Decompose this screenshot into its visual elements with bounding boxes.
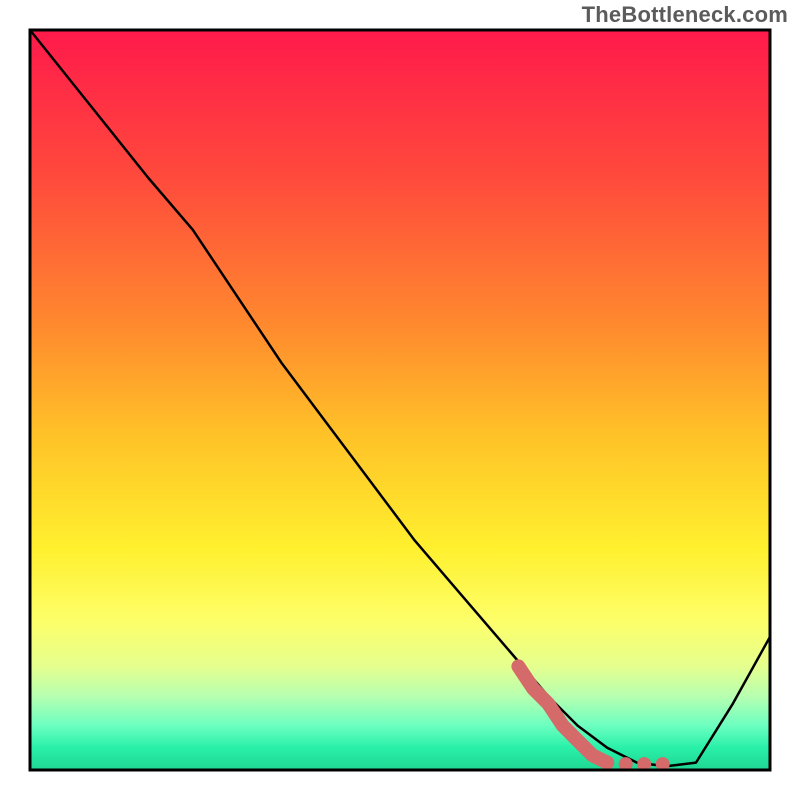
chart-svg bbox=[0, 0, 800, 800]
watermark-text: TheBottleneck.com bbox=[582, 2, 788, 28]
chart-background bbox=[30, 30, 770, 770]
chart-container: TheBottleneck.com bbox=[0, 0, 800, 800]
series-highlight-dots-dot bbox=[600, 756, 614, 770]
